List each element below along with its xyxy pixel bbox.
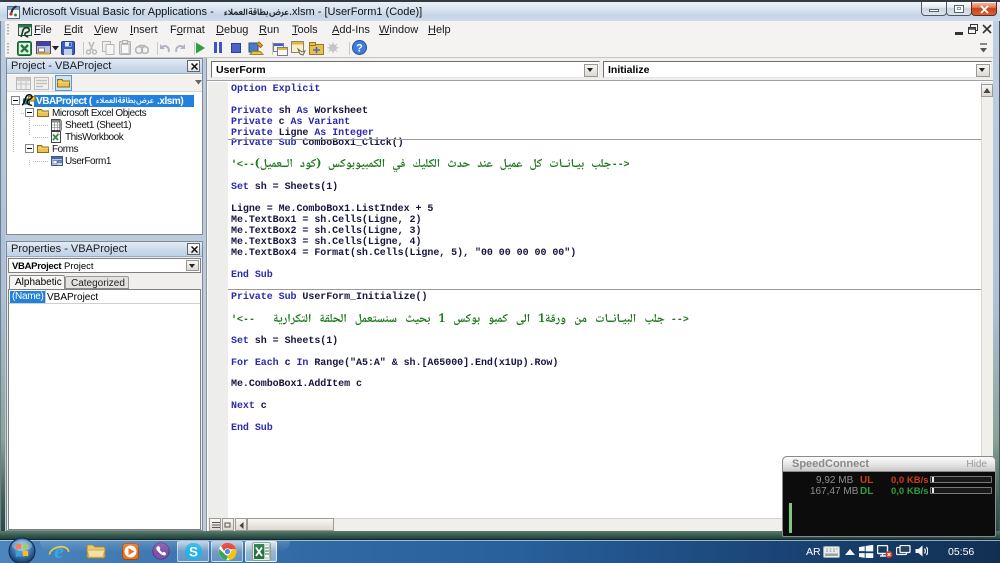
- svg-text:S: S: [189, 545, 198, 560]
- svg-text:?: ?: [356, 43, 363, 55]
- svg-text:e: e: [54, 541, 63, 562]
